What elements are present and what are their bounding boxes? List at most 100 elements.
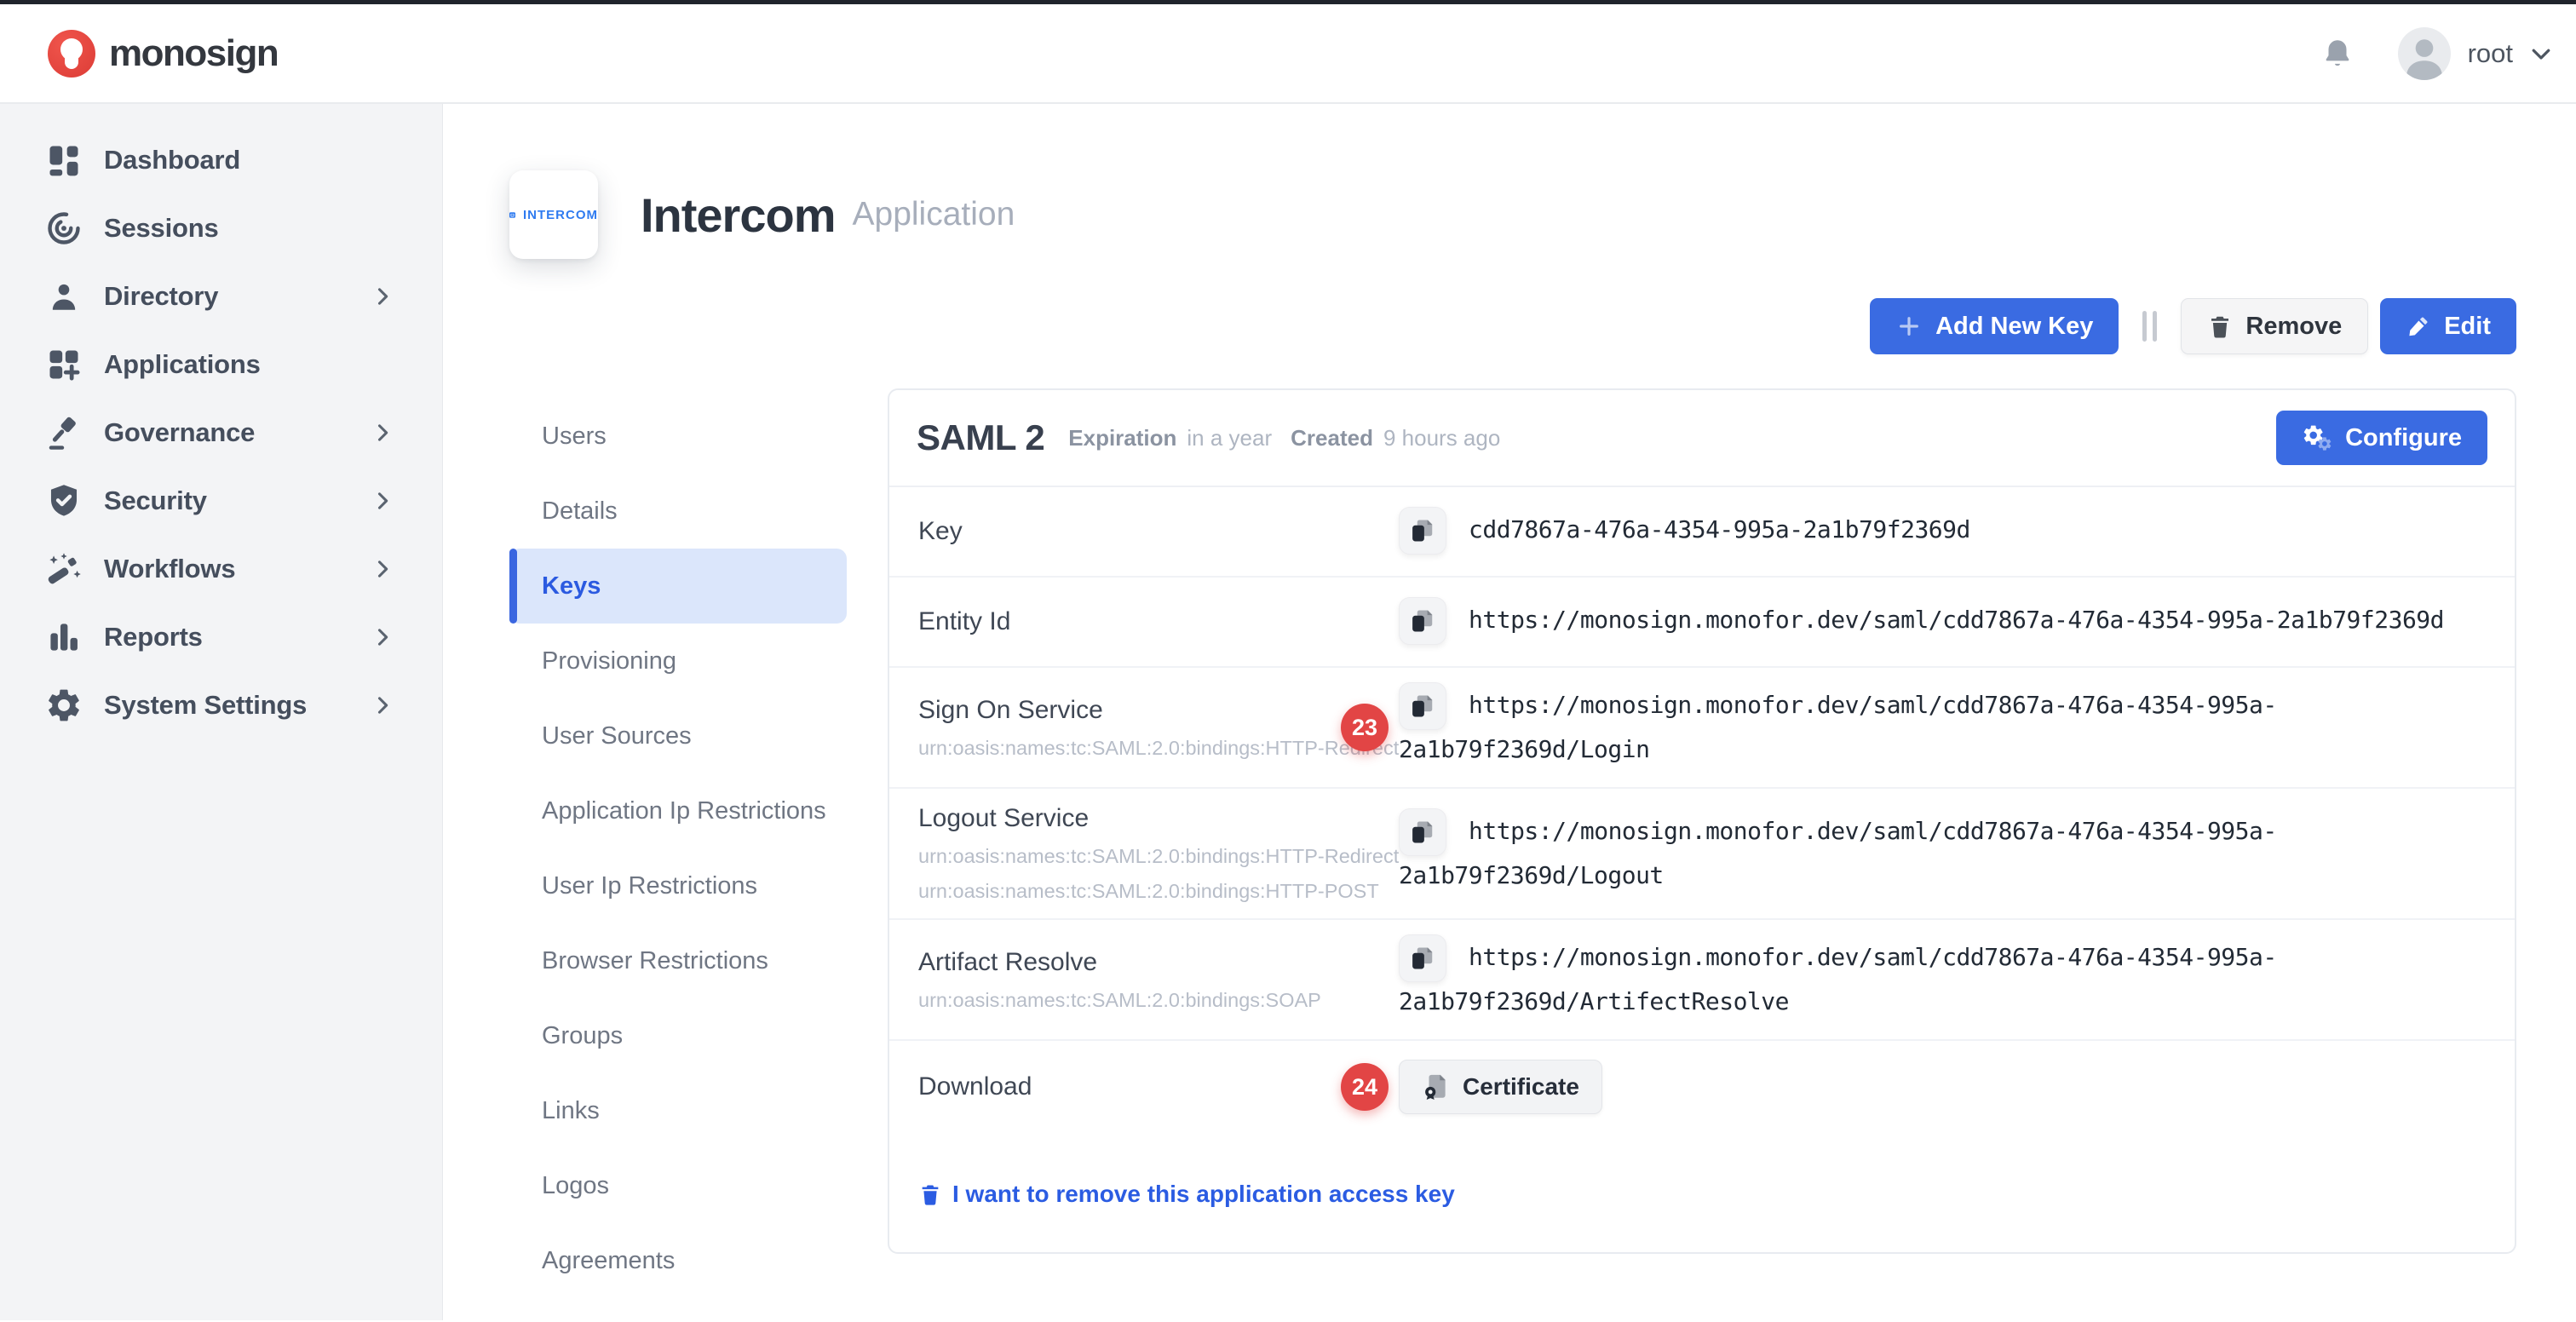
row-label: Sign On Service bbox=[918, 696, 1332, 725]
username-label: root bbox=[2468, 38, 2513, 69]
subnav-item-users[interactable]: Users bbox=[509, 399, 847, 474]
table-row-logout-service: Logout Service urn:oasis:names:tc:SAML:2… bbox=[889, 789, 2515, 920]
main-content: INTERCOM Intercom Application Add New Ke… bbox=[443, 104, 2576, 1320]
copy-icon[interactable] bbox=[1399, 934, 1446, 982]
created-value: 9 hours ago bbox=[1383, 425, 1500, 451]
button-group-separator bbox=[2142, 311, 2157, 342]
sign-on-service-value: https://monosign.monofor.dev/saml/cdd786… bbox=[1399, 683, 2489, 772]
user-menu-chevron-down-icon[interactable] bbox=[2528, 41, 2554, 66]
dashboard-icon bbox=[44, 141, 83, 180]
edit-button[interactable]: Edit bbox=[2380, 298, 2516, 354]
sessions-icon bbox=[44, 209, 83, 248]
row-label: Key bbox=[918, 517, 1332, 546]
binding-urn: urn:oasis:names:tc:SAML:2.0:bindings:HTT… bbox=[918, 737, 1332, 760]
status-badge: 24 bbox=[1341, 1063, 1389, 1111]
sidebar-item-dashboard[interactable]: Dashboard bbox=[0, 126, 442, 194]
trash-icon bbox=[918, 1182, 942, 1206]
sidebar-item-workflows[interactable]: Workflows bbox=[0, 535, 442, 603]
chevron-right-icon bbox=[371, 557, 394, 581]
entity-id-value: https://monosign.monofor.dev/saml/cdd786… bbox=[1399, 598, 2489, 642]
subnav-item-application-ip-restrictions[interactable]: Application Ip Restrictions bbox=[509, 773, 847, 848]
copy-icon[interactable] bbox=[1399, 507, 1446, 555]
trash-icon bbox=[2207, 313, 2233, 339]
sidebar-item-system-settings[interactable]: System Settings bbox=[0, 671, 442, 739]
workflows-wand-icon bbox=[44, 549, 83, 589]
sidebar-item-security[interactable]: Security bbox=[0, 467, 442, 535]
table-row-artifact-resolve: Artifact Resolve urn:oasis:names:tc:SAML… bbox=[889, 920, 2515, 1041]
expiration-label: Expiration bbox=[1068, 425, 1176, 451]
subnav-item-agreements[interactable]: Agreements bbox=[509, 1223, 847, 1298]
copy-icon[interactable] bbox=[1399, 808, 1446, 856]
chevron-right-icon bbox=[371, 489, 394, 513]
saml-key-card: SAML 2 Expiration in a year Created 9 ho… bbox=[888, 388, 2516, 1254]
governance-icon bbox=[44, 413, 83, 452]
sidebar-item-reports[interactable]: Reports bbox=[0, 603, 442, 671]
reports-bar-chart-icon bbox=[44, 618, 83, 657]
table-row-entity-id: Entity Id https://monosign.monofor.dev/s… bbox=[889, 578, 2515, 668]
chevron-right-icon bbox=[371, 693, 394, 717]
binding-urn: urn:oasis:names:tc:SAML:2.0:bindings:HTT… bbox=[918, 845, 1332, 868]
subnav-item-links[interactable]: Links bbox=[509, 1073, 847, 1148]
notifications-bell-icon[interactable] bbox=[2320, 36, 2355, 72]
key-title: SAML 2 bbox=[917, 417, 1044, 458]
subnav-item-user-sources[interactable]: User Sources bbox=[509, 698, 847, 773]
artifact-resolve-value: https://monosign.monofor.dev/saml/cdd786… bbox=[1399, 935, 2489, 1024]
intercom-logo-text: INTERCOM bbox=[523, 208, 598, 222]
chevron-right-icon bbox=[371, 285, 394, 308]
intercom-app-logo: INTERCOM bbox=[509, 170, 598, 259]
copy-icon[interactable] bbox=[1399, 597, 1446, 645]
settings-gear-icon bbox=[44, 686, 83, 725]
subnav-item-user-ip-restrictions[interactable]: User Ip Restrictions bbox=[509, 848, 847, 923]
remove-access-key-link[interactable]: I want to remove this application access… bbox=[918, 1181, 1455, 1252]
active-indicator-bar bbox=[509, 549, 517, 624]
add-new-key-button[interactable]: Add New Key bbox=[1870, 298, 2119, 354]
app-subnav: Users Details Keys Provisioning User Sou… bbox=[509, 388, 847, 1298]
key-meta: Expiration in a year Created 9 hours ago bbox=[1068, 425, 1500, 451]
brand-name: monosign bbox=[109, 32, 278, 75]
brand-logo[interactable]: monosign bbox=[48, 30, 278, 78]
subnav-item-groups[interactable]: Groups bbox=[509, 998, 847, 1073]
configure-button[interactable]: Configure bbox=[2276, 411, 2487, 465]
remove-button[interactable]: Remove bbox=[2181, 298, 2368, 354]
status-badge: 23 bbox=[1341, 704, 1389, 751]
subnav-item-browser-restrictions[interactable]: Browser Restrictions bbox=[509, 923, 847, 998]
certificate-download-button[interactable]: Certificate bbox=[1399, 1060, 1602, 1114]
sidebar: Dashboard Sessions Directory bbox=[0, 104, 443, 1320]
certificate-icon bbox=[1422, 1072, 1451, 1101]
sidebar-item-sessions[interactable]: Sessions bbox=[0, 194, 442, 262]
gears-icon bbox=[2302, 423, 2332, 452]
table-row-sign-on-service: Sign On Service urn:oasis:names:tc:SAML:… bbox=[889, 668, 2515, 789]
top-header: monosign root bbox=[0, 4, 2576, 104]
created-label: Created bbox=[1291, 425, 1373, 451]
pencil-edit-icon bbox=[2406, 313, 2431, 339]
binding-urn: urn:oasis:names:tc:SAML:2.0:bindings:HTT… bbox=[918, 880, 1332, 903]
row-label: Entity Id bbox=[918, 607, 1332, 636]
subnav-item-details[interactable]: Details bbox=[509, 474, 847, 549]
user-avatar[interactable] bbox=[2398, 27, 2451, 80]
subnav-item-keys[interactable]: Keys bbox=[509, 549, 847, 624]
binding-urn: urn:oasis:names:tc:SAML:2.0:bindings:SOA… bbox=[918, 989, 1332, 1012]
chevron-right-icon bbox=[371, 421, 394, 445]
row-label: Download bbox=[918, 1072, 1332, 1101]
page-title: Intercom bbox=[641, 187, 836, 243]
applications-icon bbox=[44, 345, 83, 384]
row-label: Logout Service bbox=[918, 804, 1332, 833]
page-subtitle: Application bbox=[853, 196, 1015, 233]
subnav-item-provisioning[interactable]: Provisioning bbox=[509, 624, 847, 698]
key-value: cdd7867a-476a-4354-995a-2a1b79f2369d bbox=[1399, 508, 2489, 552]
copy-icon[interactable] bbox=[1399, 682, 1446, 730]
security-shield-icon bbox=[44, 481, 83, 520]
plus-icon bbox=[1895, 313, 1923, 340]
table-row-key: Key cdd7867a-476a-4354-995a-2a1b79f2369d bbox=[889, 487, 2515, 578]
chevron-right-icon bbox=[371, 625, 394, 649]
monosign-logo-icon bbox=[48, 30, 95, 78]
logout-service-value: https://monosign.monofor.dev/saml/cdd786… bbox=[1399, 809, 2489, 898]
subnav-item-logos[interactable]: Logos bbox=[509, 1148, 847, 1223]
sidebar-item-governance[interactable]: Governance bbox=[0, 399, 442, 467]
directory-icon bbox=[44, 277, 83, 316]
expiration-value: in a year bbox=[1187, 425, 1272, 451]
intercom-logo-icon bbox=[509, 201, 515, 229]
row-label: Artifact Resolve bbox=[918, 948, 1332, 977]
sidebar-item-applications[interactable]: Applications bbox=[0, 330, 442, 399]
sidebar-item-directory[interactable]: Directory bbox=[0, 262, 442, 330]
